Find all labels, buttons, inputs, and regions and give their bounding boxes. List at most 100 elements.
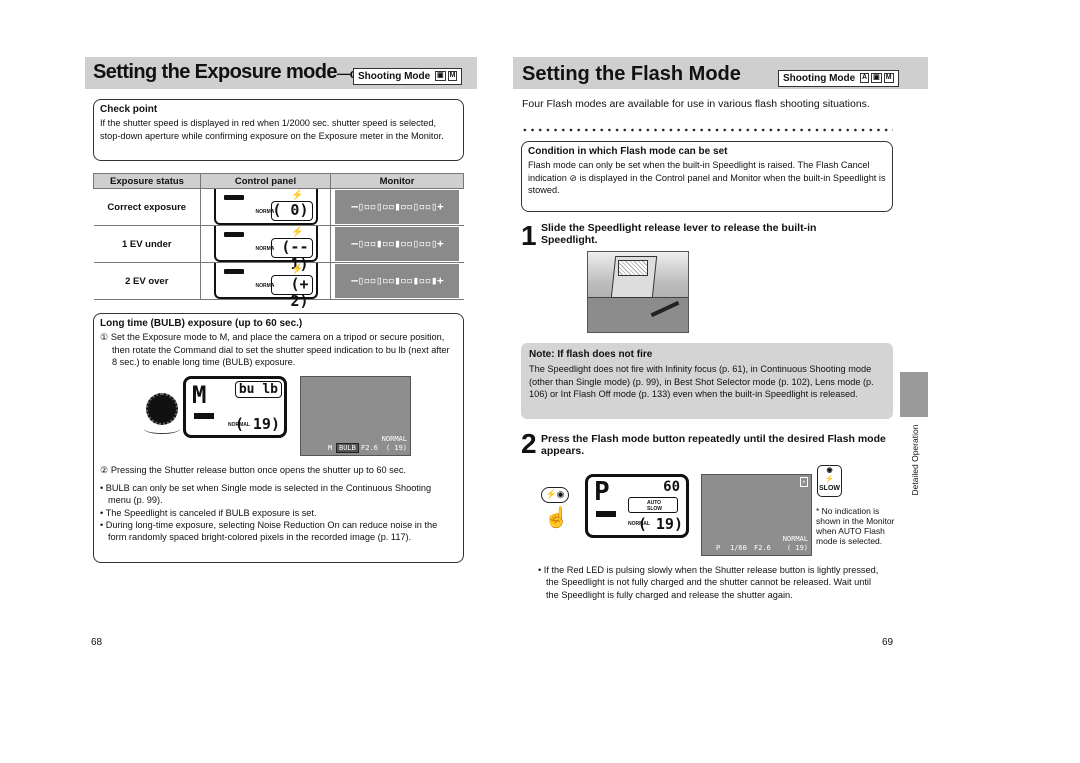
exposure-status: Correct exposure xyxy=(93,188,201,226)
flash-control-panel: P 60 AUTO SLOW NORMAL ( 19) xyxy=(585,474,689,538)
control-panel-cell: ⚡ NORMA ( 0) xyxy=(200,188,331,226)
page-number-right: 69 xyxy=(882,637,894,648)
monitor-shutter: 1/60 xyxy=(730,544,747,552)
bullet-text: During long-time exposure, selecting Noi… xyxy=(105,520,438,543)
monitor-cell: —▯▫▫▯▫▫▮▫▫▮▫▫▮+ xyxy=(330,262,464,300)
speedlight-photo xyxy=(587,251,689,333)
step-2-text: Press the Flash mode button repeatedly u… xyxy=(541,433,886,457)
red-eye-icon: ◉ xyxy=(826,467,833,474)
exposure-meter: —▯▫▫▮▫▫▮▫▫▯▫▫▯+ xyxy=(335,227,460,261)
left-title-text: Setting the Exposure mode xyxy=(93,61,338,83)
bullet-text: If the Red LED is pulsing slowly when th… xyxy=(543,565,879,600)
page-number-left: 68 xyxy=(91,637,103,648)
bullet-item: • The Speedlight is canceled if BULB exp… xyxy=(100,508,317,518)
monitor-quality: NORMAL xyxy=(782,535,808,543)
control-panel-cell: ⚡ NORMA (-- 1) xyxy=(200,225,331,273)
monitor-shutter: BULB xyxy=(336,443,359,453)
monitor-cell: —▯▫▫▮▫▫▮▫▫▯▫▫▯+ xyxy=(330,225,464,263)
condition-box-text: Flash mode can only be set when the buil… xyxy=(528,160,886,195)
note-box: Note: If flash does not fire The Speedli… xyxy=(521,343,893,419)
exposure-meter: —▯▫▫▯▫▫▮▫▫▯▫▫▯+ xyxy=(335,190,460,224)
manual-icon: M xyxy=(883,73,894,84)
monitor-quality: NORMAL xyxy=(381,435,407,443)
note-box-text: The Speedlight does not fire with Infini… xyxy=(529,364,874,399)
control-panel-lcd: ⚡ NORMA (+ 2) xyxy=(213,263,318,310)
monitor-frames: ( 19) xyxy=(786,544,808,552)
step-2-number: 2 xyxy=(521,428,537,459)
condition-box: Condition in which Flash mode can be set… xyxy=(521,141,893,212)
check-point-title: Check point xyxy=(100,104,158,115)
check-point-text: If the shutter speed is displayed in red… xyxy=(100,118,444,141)
battery-icon xyxy=(223,269,244,274)
battery-icon xyxy=(194,413,214,419)
table-header: Monitor xyxy=(330,173,464,189)
bullet-text: BULB can only be set when Single mode is… xyxy=(105,483,432,506)
control-panel-cell: ⚡ NORMA (+ 2) xyxy=(200,262,331,310)
dotted-divider xyxy=(521,128,893,132)
camera-icon: ▣ xyxy=(871,73,882,84)
step-marker: ② xyxy=(100,465,109,475)
rotate-arrow-icon xyxy=(144,424,180,434)
section-tab xyxy=(900,372,928,417)
flash-cancel-icon: ⚡ xyxy=(291,190,304,201)
bulb-box-title: Long time (BULB) exposure (up to 60 sec.… xyxy=(100,318,303,329)
frames-readout: ( 19) xyxy=(637,515,683,533)
table-row: Correct exposure ⚡ NORMA ( 0) —▯▫▫▯▫▫▮▫▫… xyxy=(93,188,464,226)
flash-icon: ⚡ xyxy=(825,476,834,483)
step-1-text: Slide the Speedlight release lever to re… xyxy=(541,222,817,246)
monitor-footnote: * No indication is shown in the Monitor … xyxy=(816,506,895,546)
monitor-aperture: F2.6 xyxy=(754,544,771,552)
bullet-item: • During long-time exposure, selecting N… xyxy=(100,520,438,543)
step-1-number: 1 xyxy=(521,220,537,251)
monitor-mode: M xyxy=(328,444,333,452)
ev-readout: (-- 1) xyxy=(270,238,313,273)
table-row: 1 EV under ⚡ NORMA (-- 1) —▯▫▫▮▫▫▮▫▫▯▫▫▯… xyxy=(93,225,464,273)
bullet-item: • BULB can only be set when Single mode … xyxy=(100,483,432,506)
mode-badge-label: Shooting Mode xyxy=(358,71,431,82)
pointing-hand-icon: ☝ xyxy=(544,507,569,529)
step-text: Pressing the Shutter release button once… xyxy=(110,465,407,475)
check-point-box: Check point If the shutter speed is disp… xyxy=(93,99,464,161)
mode-readout: M xyxy=(192,381,207,409)
bulb-control-panel: M bu lb NORMAL ( 19) xyxy=(183,376,287,438)
battery-icon xyxy=(223,195,244,200)
mode-readout: P xyxy=(594,477,610,507)
bulb-step-2: ② Pressing the Shutter release button on… xyxy=(100,464,460,476)
exposure-status: 2 EV over xyxy=(93,262,201,300)
manual-icon: M xyxy=(447,71,458,82)
table-header: Control panel xyxy=(200,173,331,189)
bullet-text: The Speedlight is canceled if BULB expos… xyxy=(105,508,317,518)
ev-readout: (+ 2) xyxy=(270,275,313,310)
bulb-monitor: M BULB F2.6 NORMAL ( 19) xyxy=(300,376,411,456)
right-shooting-mode-badge: Shooting Mode A ▣ M xyxy=(778,70,899,87)
speedlight-window xyxy=(618,260,648,276)
left-shooting-mode-badge: Shooting Mode ▣ M xyxy=(353,68,463,85)
ev-readout: ( 0) xyxy=(270,201,313,221)
battery-icon xyxy=(596,511,616,517)
monitor-frames: ( 19) xyxy=(385,444,407,452)
shutter-readout: bu lb xyxy=(234,381,282,398)
step-text: Set the Exposure mode to M, and place th… xyxy=(110,332,450,367)
right-page-title: Setting the Flash Mode xyxy=(522,63,741,85)
camera-icon: ▣ xyxy=(435,71,446,82)
control-panel-lcd: ⚡ NORMA (-- 1) xyxy=(213,226,318,273)
step-marker: ① xyxy=(100,332,109,343)
flash-mode-callout: ◉ ⚡ SLOW xyxy=(817,465,842,497)
exposure-meter: —▯▫▫▯▫▫▮▫▫▮▫▫▮+ xyxy=(335,264,460,298)
auto-icon: A xyxy=(860,73,870,84)
note-box-title: Note: If flash does not fire xyxy=(529,349,653,360)
table-header: Exposure status xyxy=(93,173,201,189)
monitor-mode: P xyxy=(716,544,721,552)
flash-mode-button-icon: ⚡◉ xyxy=(541,487,569,503)
shutter-readout: 60 xyxy=(663,479,680,495)
monitor-flash-icon: ⚡ xyxy=(799,477,808,487)
flash-cancel-icon: ⚡ xyxy=(291,227,304,238)
battery-icon xyxy=(223,232,244,237)
flash-intro: Four Flash modes are available for use i… xyxy=(522,98,870,110)
command-dial-icon xyxy=(146,393,178,425)
condition-box-title: Condition in which Flash mode can be set xyxy=(528,146,728,157)
slow-label: SLOW xyxy=(819,485,840,492)
bulb-step-1: ① Set the Exposure mode to M, and place … xyxy=(100,331,457,368)
monitor-aperture: F2.6 xyxy=(361,444,378,452)
exposure-status: 1 EV under xyxy=(93,225,201,263)
